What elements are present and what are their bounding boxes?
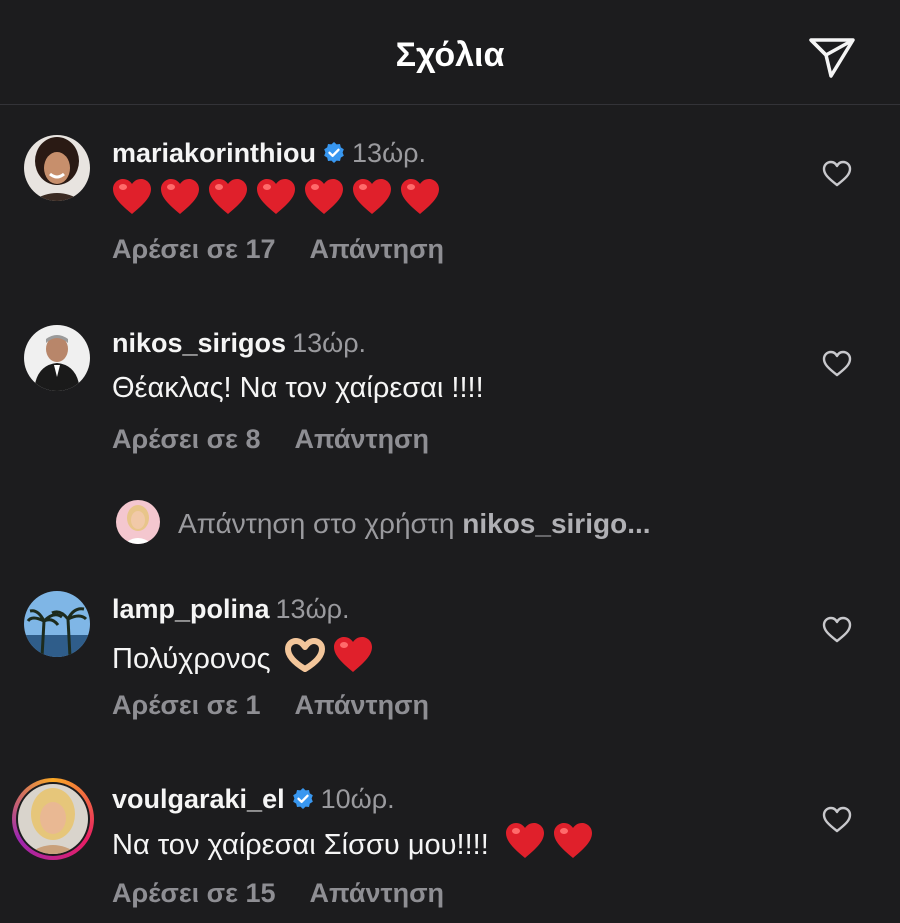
- comment-actions: Αρέσει σε 17 Απάντηση: [112, 234, 444, 265]
- username[interactable]: nikos_sirigos: [112, 328, 286, 358]
- avatar-image: [24, 135, 90, 201]
- username[interactable]: lamp_polina: [112, 594, 270, 624]
- red-heart-emoji: [209, 179, 247, 214]
- reply-to-user-row[interactable]: Απάντηση στο χρήστη nikos_sirigo...: [0, 500, 900, 546]
- share-button[interactable]: [807, 36, 857, 80]
- red-heart-emoji: [113, 179, 151, 214]
- comment-text: Θέακλας! Να τον χαίρεσαι !!!!: [112, 372, 484, 404]
- heart-outline-icon: [822, 160, 852, 187]
- red-heart-emoji: [161, 179, 199, 214]
- avatar-image: [116, 500, 160, 544]
- likes-count[interactable]: Αρέσει σε 17: [112, 234, 276, 264]
- likes-count[interactable]: Αρέσει σε 1: [112, 690, 260, 720]
- comment-meta: voulgaraki_el 10ώρ.: [112, 784, 395, 815]
- comment-text-content: Να τον χαίρεσαι Σίσσυ μου!!!!: [112, 829, 489, 861]
- comment-text: Να τον χαίρεσαι Σίσσυ μου!!!!: [112, 822, 601, 862]
- timestamp: 13ώρ.: [275, 594, 350, 624]
- red-heart-emoji: [505, 823, 544, 858]
- comment-meta: mariakorinthiou 13ώρ.: [112, 138, 426, 169]
- verified-badge-icon: [324, 142, 344, 163]
- heart-hands-emoji: [284, 638, 325, 672]
- comment-actions: Αρέσει σε 8 Απάντηση: [112, 424, 429, 455]
- red-heart-emoji: [305, 179, 343, 214]
- reply-button[interactable]: Απάντηση: [310, 878, 445, 908]
- avatar-image: [18, 784, 88, 854]
- comment-actions: Αρέσει σε 15 Απάντηση: [112, 878, 444, 909]
- like-button[interactable]: [822, 350, 852, 378]
- reply-button[interactable]: Απάντηση: [294, 690, 429, 720]
- reply-to-user-text: Απάντηση στο χρήστη nikos_sirigo...: [178, 508, 651, 540]
- story-ring[interactable]: [12, 778, 94, 860]
- comment-text: Πολύχρονος: [112, 636, 381, 676]
- comment-actions: Αρέσει σε 1 Απάντηση: [112, 690, 429, 721]
- comment-text-content: Πολύχρονος: [112, 643, 271, 675]
- header: Σχόλια: [0, 0, 900, 105]
- timestamp: 13ώρ.: [292, 328, 367, 358]
- avatar[interactable]: [24, 591, 90, 657]
- heart-outline-icon: [822, 806, 852, 833]
- timestamp: 10ώρ.: [320, 784, 395, 814]
- verified-badge-icon: [292, 788, 313, 809]
- heart-outline-icon: [822, 616, 852, 643]
- avatar: [18, 784, 88, 854]
- avatar[interactable]: [24, 325, 90, 391]
- red-heart-emoji: [353, 179, 391, 214]
- username[interactable]: voulgaraki_el: [112, 784, 285, 814]
- heart-outline-icon: [822, 350, 852, 377]
- reply-prefix: Απάντηση στο χρήστη: [178, 508, 455, 539]
- avatar[interactable]: [24, 135, 90, 201]
- page-title: Σχόλια: [395, 36, 505, 74]
- red-heart-emoji: [333, 637, 372, 672]
- like-button[interactable]: [822, 806, 852, 834]
- avatar-image: [24, 325, 90, 391]
- timestamp: 13ώρ.: [352, 138, 427, 168]
- red-heart-emoji: [401, 179, 439, 214]
- reply-button[interactable]: Απάντηση: [310, 234, 445, 264]
- comment-meta: lamp_polina 13ώρ.: [112, 594, 350, 625]
- reply-button[interactable]: Απάντηση: [294, 424, 429, 454]
- likes-count[interactable]: Αρέσει σε 15: [112, 878, 276, 908]
- red-heart-emoji: [553, 823, 592, 858]
- avatar-image: [24, 591, 90, 657]
- likes-count[interactable]: Αρέσει σε 8: [112, 424, 260, 454]
- red-heart-emoji: [257, 179, 295, 214]
- comment-meta: nikos_sirigos 13ώρ.: [112, 328, 366, 359]
- like-button[interactable]: [822, 160, 852, 188]
- reply-target-username: nikos_sirigo...: [462, 508, 651, 539]
- username[interactable]: mariakorinthiou: [112, 138, 316, 168]
- comment-text: [112, 178, 448, 218]
- avatar: [116, 500, 160, 544]
- paper-plane-icon: [809, 38, 855, 78]
- like-button[interactable]: [822, 616, 852, 644]
